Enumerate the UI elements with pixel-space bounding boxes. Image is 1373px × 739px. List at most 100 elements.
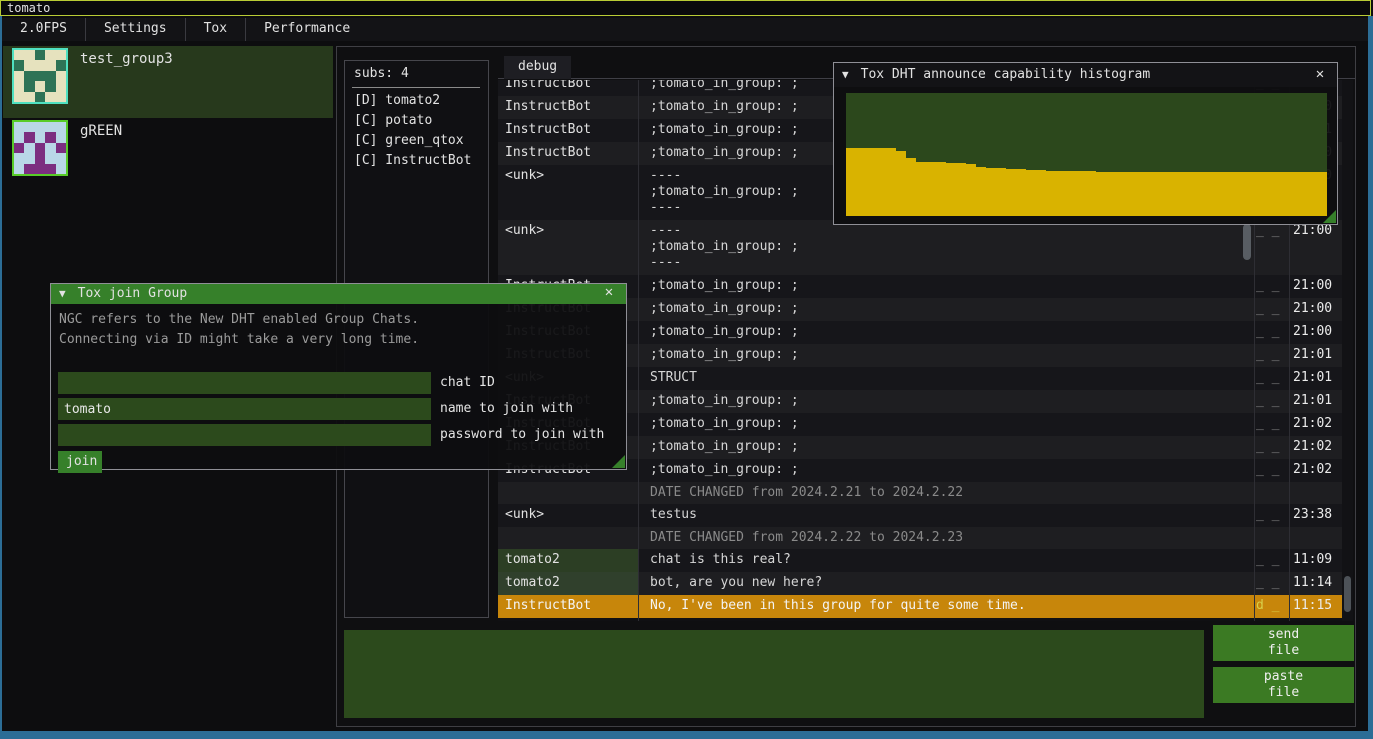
avatar-pixel [45, 122, 55, 132]
histogram-bar [1036, 170, 1046, 216]
histogram-bar [986, 168, 996, 216]
avatar-pixel [24, 50, 34, 60]
histogram-bar [1237, 172, 1247, 216]
join-name-input[interactable] [58, 398, 431, 420]
message-sender: InstructBot [498, 119, 638, 142]
message-scrollbar-thumb[interactable] [1243, 224, 1251, 260]
message-row[interactable]: <unk>---- ;tomato_in_group: ; ----_ _21:… [498, 220, 1342, 275]
message-timestamp: 21:01 [1293, 347, 1342, 362]
message-flags: _ _ [1256, 223, 1288, 238]
menu-item-2-0fps[interactable]: 2.0FPS [2, 18, 85, 41]
avatar-pixel [24, 132, 34, 142]
message-timestamp: 21:01 [1293, 370, 1342, 385]
member-item[interactable]: [D] tomato2 [354, 93, 484, 113]
message-text: ---- ;tomato_in_group: ; ---- [642, 220, 1247, 275]
avatar-pixel [14, 122, 24, 132]
avatar-pixel [35, 153, 45, 163]
resize-grip[interactable] [1323, 210, 1336, 223]
sidebar-group-test_group3[interactable]: test_group3 [3, 46, 333, 118]
chat-scrollbar-track[interactable] [1342, 80, 1353, 621]
histogram-bar [946, 163, 956, 217]
menu-item-performance[interactable]: Performance [246, 18, 368, 41]
date-row[interactable]: DATE CHANGED from 2024.2.22 to 2024.2.23 [498, 527, 1342, 549]
message-sender: InstructBot [498, 96, 638, 119]
avatar-pixel [56, 132, 66, 142]
histogram-bar [1056, 171, 1066, 217]
member-item[interactable]: [C] InstructBot [354, 153, 484, 173]
avatar-pixel [56, 71, 66, 81]
message-flags: _ _ [1256, 301, 1288, 316]
join-name-label: name to join with [440, 401, 573, 416]
message-flags: _ _ [1256, 370, 1288, 385]
chat-id-label: chat ID [440, 375, 495, 390]
message-flags: _ _ [1256, 507, 1288, 522]
histogram-bar [1197, 172, 1207, 216]
chat-scrollbar-thumb[interactable] [1344, 576, 1351, 612]
close-icon[interactable]: ✕ [1311, 66, 1329, 84]
date-changed-text: DATE CHANGED from 2024.2.22 to 2024.2.23 [642, 527, 1247, 549]
join-info-line1: NGC refers to the New DHT enabled Group … [51, 304, 626, 330]
message-text: ;tomato_in_group: ; [642, 298, 1247, 321]
histogram-bar [1046, 171, 1056, 217]
histogram-bar [936, 162, 946, 216]
histogram-bar [1006, 169, 1016, 216]
join-button[interactable]: join [58, 451, 102, 473]
message-row[interactable]: InstructBotNo, I've been in this group f… [498, 595, 1342, 618]
message-row[interactable]: tomato2chat is this real?_ _11:09 [498, 549, 1342, 572]
member-item[interactable]: [C] potato [354, 113, 484, 133]
send-file-button[interactable]: send file [1213, 625, 1354, 661]
join-password-input[interactable] [58, 424, 431, 446]
group-name: test_group3 [80, 51, 173, 67]
join-group-titlebar[interactable]: ▼Tox join Group ✕ [51, 284, 626, 304]
histogram-bar [1207, 172, 1217, 216]
join-password-label: password to join with [440, 427, 604, 442]
message-sender: <unk> [498, 165, 638, 220]
window-border-left [0, 16, 2, 731]
histogram-bar [896, 151, 906, 216]
menu-item-tox[interactable]: Tox [186, 18, 245, 41]
date-changed-text: DATE CHANGED from 2024.2.21 to 2024.2.22 [642, 482, 1247, 504]
avatar-pixel [14, 92, 24, 102]
avatar-pixel [24, 71, 34, 81]
histogram-bar [1066, 171, 1076, 217]
histogram-bar [956, 163, 966, 216]
avatar-pixel [14, 132, 24, 142]
resize-grip[interactable] [612, 455, 625, 468]
avatar-pixel [35, 60, 45, 70]
menu-item-settings[interactable]: Settings [86, 18, 185, 41]
message-text: ;tomato_in_group: ; [642, 390, 1247, 413]
avatar-pixel [14, 143, 24, 153]
message-row[interactable]: tomato2bot, are you new here?_ _11:14 [498, 572, 1342, 595]
collapse-arrow-icon[interactable]: ▼ [59, 287, 66, 300]
window-titlebar[interactable]: tomato [0, 0, 1371, 16]
paste-file-button[interactable]: paste file [1213, 667, 1354, 703]
message-row[interactable]: <unk>testus_ _23:38 [498, 504, 1342, 527]
message-flags: _ _ [1256, 278, 1288, 293]
dht-histogram-titlebar[interactable]: ▼Tox DHT announce capability histogram ✕ [834, 63, 1337, 87]
histogram-bar [1277, 172, 1287, 216]
avatar-pixel [56, 60, 66, 70]
histogram-bar [1146, 172, 1156, 216]
message-text: ;tomato_in_group: ; [642, 436, 1247, 459]
chat-message-input[interactable] [344, 630, 1204, 718]
avatar-pixel [24, 143, 34, 153]
join-group-window: ▼Tox join Group ✕ NGC refers to the New … [50, 283, 627, 470]
tab-debug[interactable]: debug [504, 56, 571, 79]
message-text: bot, are you new here? [642, 572, 1247, 595]
avatar-pixel [24, 122, 34, 132]
histogram-bar [976, 167, 986, 216]
avatar-pixel [56, 50, 66, 60]
histogram-bar [1177, 172, 1187, 216]
message-text: ;tomato_in_group: ; [642, 413, 1247, 436]
dht-histogram-window: ▼Tox DHT announce capability histogram ✕ [833, 62, 1338, 225]
sidebar-group-gREEN[interactable]: gREEN [3, 118, 333, 190]
member-item[interactable]: [C] green_qtox [354, 133, 484, 153]
close-icon[interactable]: ✕ [600, 284, 618, 302]
date-row[interactable]: DATE CHANGED from 2024.2.21 to 2024.2.22 [498, 482, 1342, 504]
message-text: testus [642, 504, 1247, 527]
histogram-bar [1076, 171, 1086, 216]
histogram-bar [916, 162, 926, 216]
collapse-arrow-icon[interactable]: ▼ [842, 68, 849, 81]
histogram-bar [906, 158, 916, 216]
chat-id-input[interactable] [58, 372, 431, 394]
